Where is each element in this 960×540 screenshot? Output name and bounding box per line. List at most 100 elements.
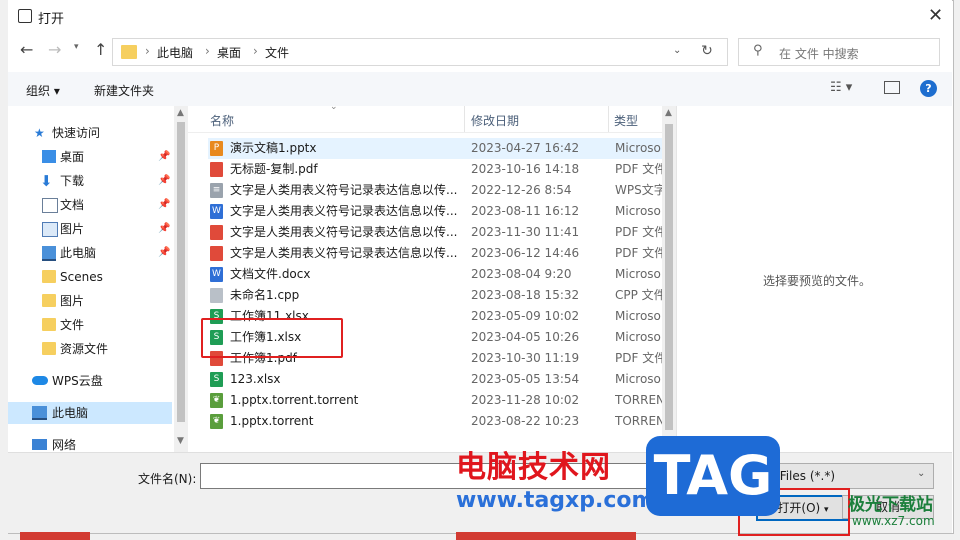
- scroll-up-icon[interactable]: ▲: [177, 108, 184, 118]
- pdf-file-icon: [210, 246, 223, 261]
- sidebar-scrollbar[interactable]: ▲ ▼: [174, 106, 188, 452]
- breadcrumb-item[interactable]: 桌面: [217, 44, 241, 61]
- column-header-name[interactable]: 名称: [210, 112, 234, 129]
- search-placeholder: 在 文件 中搜索: [779, 47, 859, 61]
- network-icon: [32, 439, 47, 450]
- app-icon: [18, 9, 32, 23]
- file-row[interactable]: 无标题-复制.pdf 2023-10-16 14:18 PDF 文件: [208, 159, 678, 180]
- file-type: PDF 文件: [615, 351, 665, 365]
- sidebar-item-this-pc[interactable]: 此电脑 📌: [8, 242, 178, 264]
- sidebar-item-pictures[interactable]: 图片 📌: [8, 218, 178, 240]
- forward-button[interactable]: →: [48, 40, 61, 59]
- sidebar-item-resources[interactable]: 资源文件: [8, 338, 178, 360]
- file-name: 1.pptx.torrent.torrent: [230, 393, 359, 407]
- pin-icon: 📌: [158, 175, 171, 186]
- sidebar-item-desktop[interactable]: 桌面 📌: [8, 146, 178, 168]
- sidebar-item-label: WPS云盘: [52, 374, 103, 388]
- up-button[interactable]: ↑: [94, 40, 107, 59]
- refresh-icon: ↻: [701, 43, 713, 59]
- file-date: 2023-06-12 14:46: [471, 246, 580, 260]
- file-date: 2023-08-11 16:12: [471, 204, 580, 218]
- sidebar-item-label: Scenes: [60, 270, 103, 284]
- sidebar-item-documents[interactable]: 文档 📌: [8, 194, 178, 216]
- new-folder-button[interactable]: 新建文件夹: [94, 82, 154, 99]
- docx-file-icon: W: [210, 204, 223, 219]
- file-type: Microso: [615, 204, 661, 218]
- cpp-file-icon: [210, 288, 223, 303]
- file-row[interactable]: S 123.xlsx 2023-05-05 13:54 Microso: [208, 369, 678, 390]
- star-icon: ★: [34, 126, 45, 140]
- sidebar-item-quick-access[interactable]: ★ 快速访问: [8, 122, 178, 144]
- pin-icon: 📌: [158, 247, 171, 258]
- xlsx-file-icon: S: [210, 372, 223, 387]
- file-name: 文档文件.docx: [230, 267, 311, 281]
- navigation-pane: ★ 快速访问 桌面 📌 ⬇ 下载 📌 文档 📌 图片 📌 此电脑 📌 Scene…: [8, 106, 188, 452]
- file-row[interactable]: 文字是人类用表义符号记录表达信息以传... 2023-06-12 14:46 PDF…: [208, 243, 678, 264]
- file-date: 2023-05-05 13:54: [471, 372, 580, 386]
- file-date: 2023-08-22 10:23: [471, 414, 580, 428]
- chevron-down-icon[interactable]: ⌄: [673, 45, 681, 56]
- scroll-up-icon[interactable]: ▲: [665, 108, 672, 118]
- pdf-file-icon: [210, 225, 223, 240]
- back-button[interactable]: ←: [20, 40, 33, 59]
- file-row[interactable]: W 文档文件.docx 2023-08-04 9:20 Microso: [208, 264, 678, 285]
- wps-file-icon: ≡: [210, 183, 223, 198]
- file-date: 2023-08-18 15:32: [471, 288, 580, 302]
- sidebar-item-this-pc-selected[interactable]: 此电脑: [8, 402, 172, 424]
- view-options-icon[interactable]: ☷ ▾: [830, 80, 852, 95]
- breadcrumb-sep-icon: ›: [253, 44, 258, 58]
- file-date: 2023-04-05 10:26: [471, 330, 580, 344]
- file-row[interactable]: ❦ 1.pptx.torrent 2023-08-22 10:23 TORREN: [208, 411, 678, 432]
- download-icon: ⬇: [40, 172, 53, 190]
- file-name: 文字是人类用表义符号记录表达信息以传...: [230, 225, 458, 239]
- scroll-thumb[interactable]: [665, 124, 673, 430]
- folder-icon: [42, 294, 56, 307]
- sidebar-item-wps-cloud[interactable]: WPS云盘: [8, 370, 178, 392]
- file-type: CPP 文件: [615, 288, 665, 302]
- breadcrumb-item[interactable]: 此电脑: [157, 44, 193, 61]
- file-row[interactable]: P 演示文稿1.pptx 2023-04-27 16:42 Microso: [208, 138, 678, 159]
- preview-pane-icon[interactable]: [884, 81, 900, 94]
- search-icon: ⚲: [753, 43, 763, 58]
- file-type: PDF 文件: [615, 225, 665, 239]
- search-box[interactable]: ⚲ 在 文件 中搜索: [738, 38, 940, 66]
- sidebar-item-scenes[interactable]: Scenes: [8, 266, 178, 288]
- column-header-type[interactable]: 类型: [614, 112, 638, 129]
- file-name: 未命名1.cpp: [230, 288, 300, 302]
- computer-icon: [32, 406, 47, 420]
- help-icon[interactable]: ?: [920, 80, 937, 97]
- file-row[interactable]: 未命名1.cpp 2023-08-18 15:32 CPP 文件: [208, 285, 678, 306]
- file-name: 文字是人类用表义符号记录表达信息以传...: [230, 246, 458, 260]
- file-row[interactable]: W 文字是人类用表义符号记录表达信息以传... 2023-08-11 16:12 Mi…: [208, 201, 678, 222]
- sidebar-item-label: 资源文件: [60, 342, 109, 356]
- file-row[interactable]: ❦ 1.pptx.torrent.torrent 2023-11-28 10:02 T…: [208, 390, 678, 411]
- file-row[interactable]: ≡ 文字是人类用表义符号记录表达信息以传... 2022-12-26 8:54 WPS…: [208, 180, 678, 201]
- file-list-scrollbar[interactable]: ▲ ▼: [662, 106, 676, 452]
- preview-pane: 选择要预览的文件。: [676, 106, 953, 452]
- scroll-thumb[interactable]: [177, 122, 185, 422]
- file-type: TORREN: [615, 393, 665, 407]
- sidebar-item-label: 此电脑: [60, 246, 97, 260]
- sidebar-item-downloads[interactable]: ⬇ 下载 📌: [8, 170, 178, 192]
- file-date: 2023-05-09 10:02: [471, 309, 580, 323]
- recent-dropdown-icon[interactable]: ▾: [74, 42, 79, 52]
- close-icon[interactable]: ✕: [928, 5, 943, 26]
- sidebar-item-label: 下载: [60, 174, 85, 188]
- chevron-down-icon: ⌄: [917, 468, 926, 479]
- sidebar-item-pictures-folder[interactable]: 图片: [8, 290, 178, 312]
- address-bar[interactable]: › 此电脑 › 桌面 › 文件 ⌄: [112, 38, 728, 66]
- organize-menu[interactable]: 组织 ▾: [26, 82, 60, 99]
- folder-icon: [121, 45, 137, 59]
- pin-icon: 📌: [158, 199, 171, 210]
- sidebar-item-files[interactable]: 文件: [8, 314, 178, 336]
- sidebar-item-label: 文件: [60, 318, 85, 332]
- watermark-tag-text: TAG: [653, 444, 773, 507]
- scroll-down-icon[interactable]: ▼: [177, 436, 184, 446]
- torrent-file-icon: ❦: [210, 393, 223, 408]
- file-row[interactable]: 文字是人类用表义符号记录表达信息以传... 2023-11-30 11:41 PDF…: [208, 222, 678, 243]
- refresh-button[interactable]: ↻: [692, 39, 722, 63]
- column-header-date[interactable]: 修改日期: [471, 112, 519, 129]
- breadcrumb-sep-icon: ›: [145, 44, 150, 58]
- watermark-url: www.tagxp.com: [456, 488, 655, 513]
- breadcrumb-item[interactable]: 文件: [265, 44, 289, 61]
